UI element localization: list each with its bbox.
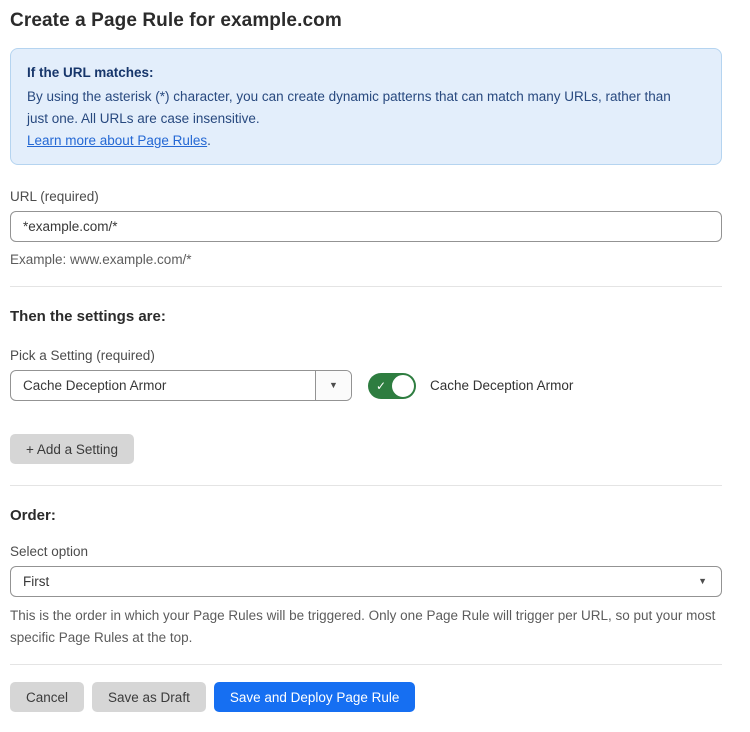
setting-picker-arrow-button[interactable]: ▼ — [315, 371, 351, 400]
info-box-body: By using the asterisk (*) character, you… — [27, 86, 687, 130]
url-input[interactable] — [10, 211, 722, 242]
toggle-knob — [391, 374, 415, 398]
setting-row: Cache Deception Armor ▼ ✓ Cache Deceptio… — [10, 370, 722, 401]
divider — [10, 286, 722, 287]
link-suffix: . — [207, 133, 211, 148]
learn-more-link[interactable]: Learn more about Page Rules — [27, 133, 207, 148]
setting-picker-dropdown[interactable]: Cache Deception Armor ▼ — [10, 370, 352, 401]
info-box-heading: If the URL matches: — [27, 62, 705, 84]
chevron-down-icon: ▼ — [698, 577, 707, 586]
page-title: Create a Page Rule for example.com — [10, 10, 722, 32]
chevron-down-icon: ▼ — [329, 381, 338, 390]
url-field-label: URL (required) — [10, 189, 722, 204]
check-icon: ✓ — [376, 378, 386, 394]
setting-toggle-label: Cache Deception Armor — [430, 378, 573, 393]
info-box-link-line: Learn more about Page Rules. — [27, 130, 705, 152]
add-setting-button[interactable]: + Add a Setting — [10, 434, 134, 464]
setting-picker-label: Pick a Setting (required) — [10, 348, 722, 363]
setting-toggle[interactable]: ✓ — [368, 373, 416, 399]
divider — [10, 664, 722, 665]
url-field-helper: Example: www.example.com/* — [10, 249, 722, 270]
url-match-info-box: If the URL matches: By using the asteris… — [10, 48, 722, 165]
order-select-label: Select option — [10, 544, 722, 559]
order-helper-text: This is the order in which your Page Rul… — [10, 605, 722, 649]
cancel-button[interactable]: Cancel — [10, 682, 84, 712]
order-select-value: First — [23, 574, 49, 589]
setting-picker-value: Cache Deception Armor — [11, 378, 166, 393]
order-select[interactable]: First ▼ — [10, 566, 722, 597]
save-and-deploy-button[interactable]: Save and Deploy Page Rule — [214, 682, 416, 712]
divider — [10, 485, 722, 486]
footer-actions: Cancel Save as Draft Save and Deploy Pag… — [10, 682, 722, 712]
save-as-draft-button[interactable]: Save as Draft — [92, 682, 206, 712]
settings-section-heading: Then the settings are: — [10, 308, 722, 325]
order-section-heading: Order: — [10, 507, 722, 524]
